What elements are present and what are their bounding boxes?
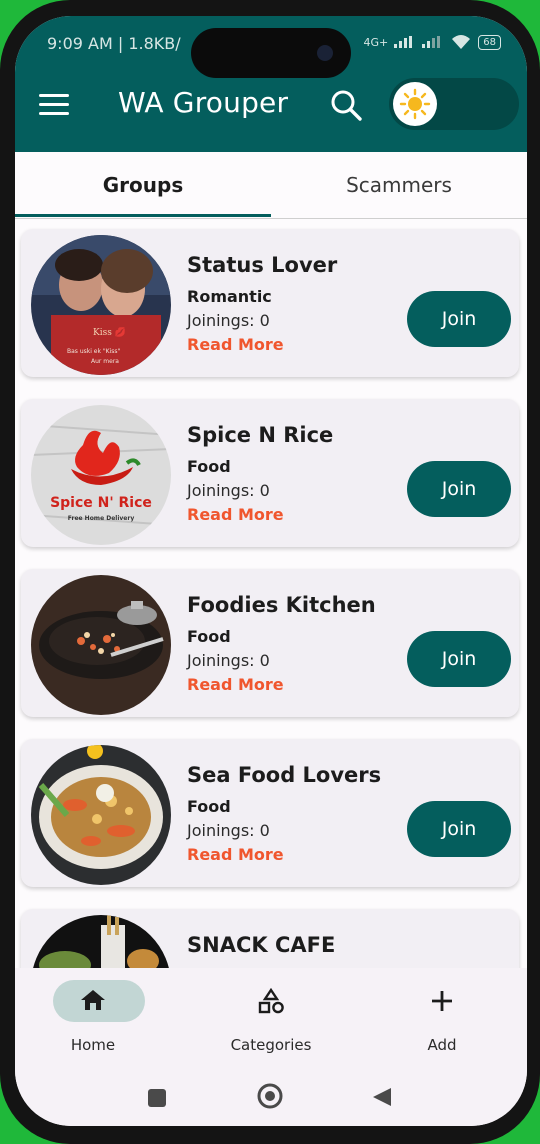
phone-frame: 9:09 AM | 1.8KB/ 4G+ 68 WA Grouper Group… [0,0,540,1144]
sun-icon [393,82,437,126]
nav-add[interactable]: Add [377,978,507,1058]
group-avatar: Spice N' Rice Free Home Delivery [31,405,171,545]
group-joinings: Joinings: 0 [187,481,270,500]
read-more-link[interactable]: Read More [187,505,284,524]
signal-icon-2 [422,36,441,48]
nav-categories[interactable]: Categories [206,978,336,1058]
status-indicators: 4G+ 68 [364,34,501,50]
signal-icon [394,36,413,48]
nav-label-home: Home [70,1036,116,1054]
nav-home[interactable]: Home [28,978,158,1058]
svg-text:Aur mera: Aur mera [91,358,119,365]
tab-indicator [15,214,271,217]
group-card[interactable]: Kiss 💋 Bas uski ek "Kiss" Aur mera Statu… [21,229,519,377]
group-category: Food [187,797,231,816]
recents-square-icon[interactable] [147,1088,167,1112]
svg-text:Kiss 💋: Kiss 💋 [93,326,126,338]
app-bar: 9:09 AM | 1.8KB/ 4G+ 68 WA Grouper [15,16,527,152]
group-card[interactable]: Spice N' Rice Free Home Delivery Spice N… [21,399,519,547]
battery-icon: 68 [478,34,501,50]
group-avatar: Kiss 💋 Bas uski ek "Kiss" Aur mera [31,235,171,375]
group-list[interactable]: Kiss 💋 Bas uski ek "Kiss" Aur mera Statu… [15,219,527,968]
home-icon [28,988,158,1016]
plus-icon [377,988,507,1018]
read-more-link[interactable]: Read More [187,845,284,864]
join-button[interactable]: Join [407,291,511,347]
status-time: 9:09 AM | 1.8KB/ [47,34,181,53]
group-joinings: Joinings: 0 [187,651,270,670]
search-icon[interactable] [329,88,363,122]
home-circle-icon[interactable] [256,1082,284,1114]
nav-label-categories: Categories [230,1036,312,1054]
group-category: Romantic [187,287,272,306]
wifi-icon [452,35,471,49]
shapes-icon [206,987,336,1020]
theme-toggle[interactable] [389,78,519,130]
group-category: Food [187,457,231,476]
group-avatar [31,915,171,968]
join-button[interactable]: Join [407,631,511,687]
spice-logo-subtext: Free Home Delivery [67,515,135,522]
camera-notch [191,28,351,78]
group-avatar [31,745,171,885]
group-name: Foodies Kitchen [187,593,376,617]
hamburger-menu-icon[interactable] [39,94,69,116]
camera-icon [317,45,333,61]
tab-bar: Groups Scammers [15,152,527,219]
svg-text:Bas uski ek "Kiss": Bas uski ek "Kiss" [67,348,120,355]
read-more-link[interactable]: Read More [187,335,284,354]
spice-logo-text: Spice N' Rice [50,495,152,511]
group-joinings: Joinings: 0 [187,821,270,840]
network-type: 4G+ [363,35,389,49]
group-card[interactable]: Sea Food Lovers Food Joinings: 0 Read Mo… [21,739,519,887]
group-joinings: Joinings: 0 [187,311,270,330]
join-button[interactable]: Join [407,801,511,857]
app-screen: 9:09 AM | 1.8KB/ 4G+ 68 WA Grouper Group… [15,16,527,1126]
group-avatar [31,575,171,715]
group-name: Spice N Rice [187,423,334,447]
group-card[interactable]: Foodies Kitchen Food Joinings: 0 Read Mo… [21,569,519,717]
tab-groups[interactable]: Groups [15,152,271,218]
group-name: Status Lover [187,253,338,277]
app-title: WA Grouper [118,86,289,119]
group-name: SNACK CAFE [187,933,336,957]
read-more-link[interactable]: Read More [187,675,284,694]
join-button[interactable]: Join [407,461,511,517]
back-triangle-icon[interactable] [371,1086,393,1112]
group-name: Sea Food Lovers [187,763,382,787]
group-card[interactable]: SNACK CAFE [21,909,519,968]
tab-scammers[interactable]: Scammers [271,152,527,218]
group-category: Food [187,627,231,646]
nav-label-add: Add [427,1036,457,1054]
